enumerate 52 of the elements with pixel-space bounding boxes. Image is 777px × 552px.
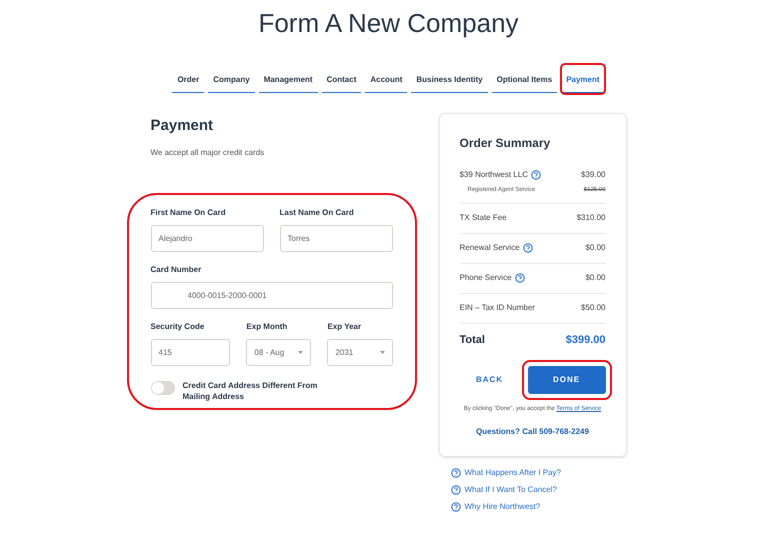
help-icon[interactable] <box>530 170 541 180</box>
field-label: Card Number <box>150 264 202 276</box>
total-label: Total <box>460 332 485 348</box>
line-item-price: $0.00 <box>585 272 606 284</box>
nav-tab[interactable]: Order <box>172 68 204 92</box>
line-item-name: EIN – Tax ID Number <box>460 302 535 314</box>
dropdown[interactable]: 08 - Aug <box>246 339 312 366</box>
nav-tab[interactable]: Payment <box>561 68 605 92</box>
back-button[interactable]: BACK <box>460 366 520 394</box>
field-label: Security Code <box>150 321 206 333</box>
help-link[interactable]: What If I Want To Cancel? <box>450 484 626 496</box>
section-heading: Payment <box>150 116 214 136</box>
help-icon[interactable] <box>450 485 460 495</box>
total-amount: $399.00 <box>566 332 606 348</box>
input-field[interactable]: Torres <box>280 225 392 252</box>
help-icon[interactable] <box>514 273 525 283</box>
toggle-label: Credit Card Address Different From Mailing Address <box>182 380 318 402</box>
caret-icon <box>380 351 384 354</box>
line-item-name: TX State Fee <box>460 212 507 224</box>
line-item-price: $39.00 <box>581 168 606 180</box>
line-item-price: $50.00 <box>581 302 606 314</box>
caret-icon <box>298 351 304 354</box>
nav-tab[interactable]: Business Identity <box>411 68 488 92</box>
line-item-name: Renewal Service <box>460 242 520 254</box>
nav-tab[interactable]: Contact <box>322 68 362 92</box>
help-icon[interactable] <box>450 468 460 478</box>
help-icon[interactable] <box>522 243 533 253</box>
phone-link[interactable]: Questions? Call 509-768-2249 <box>460 426 606 438</box>
field-label: Last Name On Card <box>280 207 355 219</box>
toggle-switch[interactable] <box>150 381 174 395</box>
nav-tab[interactable]: Company <box>208 68 255 92</box>
done-button[interactable]: DONE <box>528 366 606 394</box>
nav-tab[interactable]: Optional Items <box>492 68 558 92</box>
help-icon[interactable] <box>450 502 460 512</box>
help-link[interactable]: What Happens After I Pay? <box>450 467 626 479</box>
page-title: Form A New Company <box>258 7 519 40</box>
input-field[interactable]: Alejandro <box>150 225 264 252</box>
field-label: Exp Month <box>246 321 288 333</box>
field-label: First Name On Card <box>150 207 227 219</box>
input-field[interactable]: 415 <box>150 339 230 366</box>
dropdown[interactable]: 2031 <box>327 339 392 366</box>
line-item-price: $0.00 <box>585 242 606 254</box>
line-item-price: $310.00 <box>576 212 606 224</box>
line-item-name: Phone Service <box>460 272 512 284</box>
field-label: Exp Year <box>327 321 362 333</box>
line-item-name: $39 Northwest LLC <box>460 168 528 180</box>
nav-tab[interactable]: Account <box>365 68 408 92</box>
summary-heading: Order Summary <box>460 134 552 152</box>
nav-tab[interactable]: Management <box>258 68 318 92</box>
input-field[interactable]: 4000-0015-2000-0001 <box>150 282 392 309</box>
help-link[interactable]: Why Hire Northwest? <box>450 501 626 513</box>
section-note: We accept all major credit cards <box>150 147 266 159</box>
